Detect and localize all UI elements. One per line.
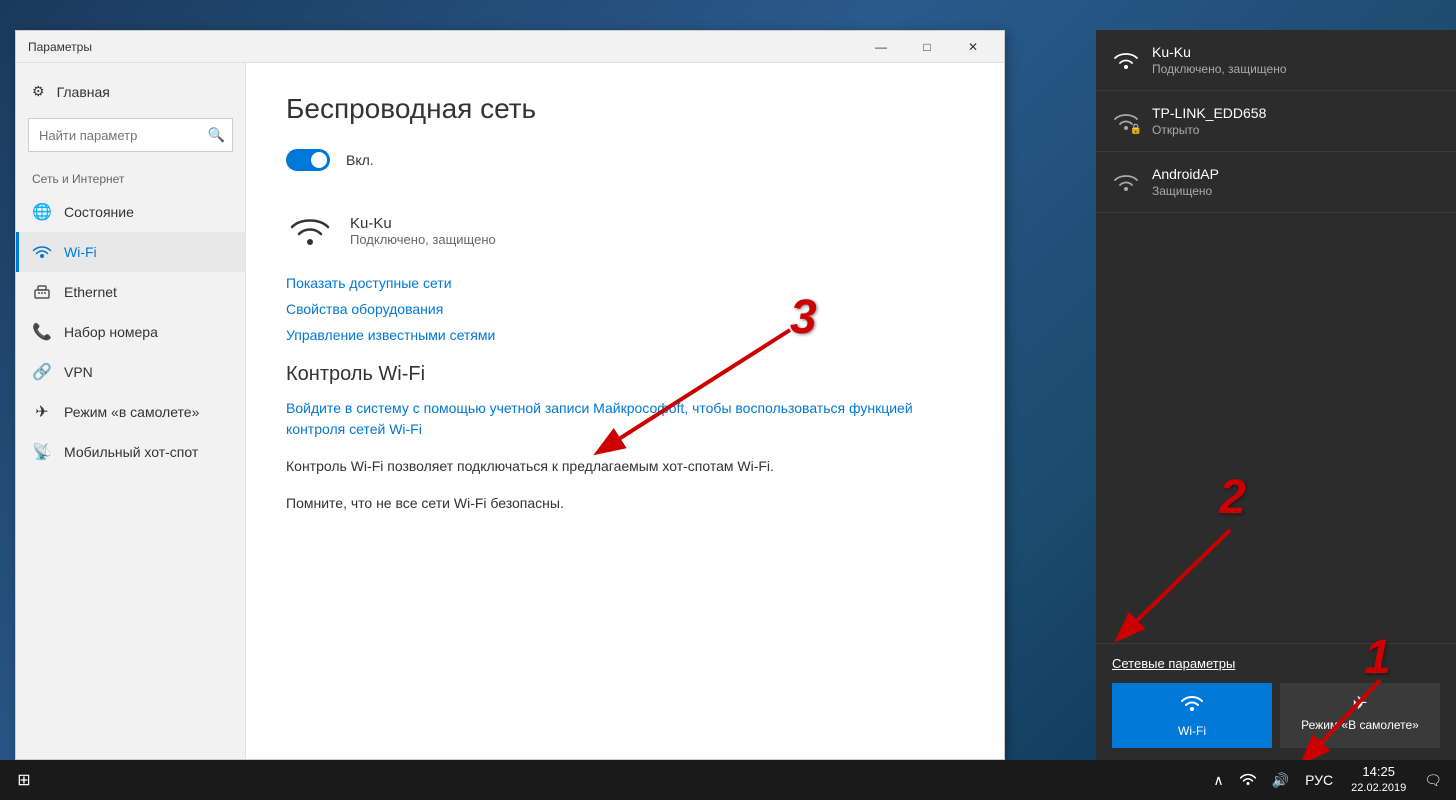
kuku-name: Ku-Ku — [1152, 44, 1287, 60]
status-icon: 🌐 — [32, 202, 52, 222]
sidebar-item-wifi[interactable]: Wi-Fi — [16, 232, 245, 272]
taskbar-notification[interactable]: 🗨 — [1418, 760, 1448, 800]
tplink-name: TP-LINK_EDD658 — [1152, 105, 1266, 121]
wifi-quick-btn[interactable]: Wi-Fi — [1112, 683, 1272, 748]
network-name: Ku-Ku — [350, 215, 496, 232]
tplink-status: Открыто — [1152, 123, 1266, 137]
taskbar: ⊞ ∧ 🔊 РУС 14:25 22.02.2019 🗨 — [0, 760, 1456, 800]
wifi-quick-icon — [1181, 693, 1203, 720]
search-box: 🔍 — [28, 118, 233, 152]
page-title: Беспроводная сеть — [286, 93, 964, 125]
flyout-bottom: Сетевые параметры Wi-Fi ✈ Режим «В самол… — [1096, 643, 1456, 760]
window-body: ⚙ Главная 🔍 Сеть и Интернет 🌐 Состояние — [16, 63, 1004, 759]
flyout-network-android[interactable]: AndroidAP Защищено — [1096, 152, 1456, 213]
taskbar-time: 14:25 — [1351, 764, 1406, 781]
minimize-button[interactable]: — — [858, 31, 904, 63]
wifi-control-title: Контроль Wi-Fi — [286, 363, 964, 386]
toggle-label: Вкл. — [346, 152, 374, 168]
network-flyout: Ku-Ku Подключено, защищено 🔒 TP-LINK_EDD… — [1096, 30, 1456, 760]
hotspot-icon: 📡 — [32, 442, 52, 462]
wifi-nav-icon — [32, 242, 52, 262]
taskbar-chevron[interactable]: ∧ — [1207, 760, 1229, 800]
toggle-row: Вкл. — [286, 149, 964, 171]
wifi-description-2: Помните, что не все сети Wi-Fi безопасны… — [286, 493, 964, 514]
home-label: Главная — [57, 84, 110, 100]
home-icon: ⚙ — [32, 83, 45, 100]
ethernet-icon — [32, 282, 52, 302]
sidebar-item-dialup[interactable]: 📞 Набор номера — [16, 312, 245, 352]
quick-actions: Wi-Fi ✈ Режим «В самолете» — [1112, 683, 1440, 748]
sidebar-item-ethernet[interactable]: Ethernet — [16, 272, 245, 312]
airplane-label: Режим «в самолете» — [64, 404, 199, 420]
titlebar: Параметры — □ ✕ — [16, 31, 1004, 63]
kuku-status: Подключено, защищено — [1152, 62, 1287, 76]
airplane-quick-btn[interactable]: ✈ Режим «В самолете» — [1280, 683, 1440, 748]
manage-networks-link[interactable]: Управление известными сетями — [286, 327, 964, 343]
network-card: Ku-Ku Подключено, защищено — [286, 195, 964, 267]
titlebar-controls: — □ ✕ — [858, 31, 996, 63]
tplink-network-info: TP-LINK_EDD658 Открыто — [1152, 105, 1266, 137]
android-name: AndroidAP — [1152, 166, 1219, 182]
vpn-label: VPN — [64, 364, 93, 380]
settings-window: Параметры — □ ✕ ⚙ Главная 🔍 Сеть и Интер… — [15, 30, 1005, 760]
section-label: Сеть и Интернет — [16, 160, 245, 192]
sidebar-item-hotspot[interactable]: 📡 Мобильный хот-спот — [16, 432, 245, 472]
search-input[interactable] — [28, 118, 233, 152]
ethernet-label: Ethernet — [64, 284, 117, 300]
sidebar: ⚙ Главная 🔍 Сеть и Интернет 🌐 Состояние — [16, 63, 246, 759]
show-networks-link[interactable]: Показать доступные сети — [286, 275, 964, 291]
taskbar-right: ∧ 🔊 РУС 14:25 22.02.2019 🗨 — [1207, 760, 1456, 800]
wifi-quick-label: Wi-Fi — [1178, 724, 1206, 738]
login-link[interactable]: Войдите в систему с помощью учетной запи… — [286, 398, 964, 440]
maximize-button[interactable]: □ — [904, 31, 950, 63]
close-button[interactable]: ✕ — [950, 31, 996, 63]
network-wifi-icon — [286, 207, 334, 255]
flyout-network-tplink[interactable]: 🔒 TP-LINK_EDD658 Открыто — [1096, 91, 1456, 152]
wifi-toggle[interactable] — [286, 149, 330, 171]
taskbar-date: 22.02.2019 — [1351, 781, 1406, 795]
adapter-props-link[interactable]: Свойства оборудования — [286, 301, 964, 317]
android-network-info: AndroidAP Защищено — [1152, 166, 1219, 198]
taskbar-network[interactable] — [1234, 760, 1262, 800]
home-button[interactable]: ⚙ Главная — [16, 73, 245, 110]
dialup-icon: 📞 — [32, 322, 52, 342]
network-status: Подключено, защищено — [350, 232, 496, 247]
tplink-icon: 🔒 — [1112, 107, 1140, 135]
sidebar-item-vpn[interactable]: 🔗 VPN — [16, 352, 245, 392]
hotspot-label: Мобильный хот-спот — [64, 444, 198, 460]
wifi-nav-label: Wi-Fi — [64, 244, 97, 260]
window-title: Параметры — [28, 40, 92, 54]
start-button[interactable]: ⊞ — [0, 760, 48, 800]
main-content: Беспроводная сеть Вкл. Ku-Ku — [246, 63, 1004, 759]
vpn-icon: 🔗 — [32, 362, 52, 382]
wifi-description-1: Контроль Wi-Fi позволяет подключаться к … — [286, 456, 964, 477]
airplane-quick-label: Режим «В самолете» — [1301, 718, 1419, 732]
sidebar-item-status[interactable]: 🌐 Состояние — [16, 192, 245, 232]
dialup-label: Набор номера — [64, 324, 158, 340]
android-icon — [1112, 168, 1140, 196]
taskbar-language[interactable]: РУС — [1299, 760, 1339, 800]
airplane-icon: ✈ — [32, 402, 52, 422]
flyout-network-kuku[interactable]: Ku-Ku Подключено, защищено — [1096, 30, 1456, 91]
sidebar-item-airplane[interactable]: ✈ Режим «в самолете» — [16, 392, 245, 432]
network-info: Ku-Ku Подключено, защищено — [350, 215, 496, 247]
taskbar-clock[interactable]: 14:25 22.02.2019 — [1343, 764, 1414, 795]
network-settings-link[interactable]: Сетевые параметры — [1112, 656, 1440, 671]
status-label: Состояние — [64, 204, 134, 220]
taskbar-volume[interactable]: 🔊 — [1266, 760, 1295, 800]
desktop: Параметры — □ ✕ ⚙ Главная 🔍 Сеть и Интер… — [0, 0, 1456, 800]
kuku-wifi-icon — [1112, 46, 1140, 74]
search-icon: 🔍 — [208, 127, 225, 144]
kuku-network-info: Ku-Ku Подключено, защищено — [1152, 44, 1287, 76]
airplane-quick-icon: ✈ — [1352, 693, 1367, 714]
android-status: Защищено — [1152, 184, 1219, 198]
